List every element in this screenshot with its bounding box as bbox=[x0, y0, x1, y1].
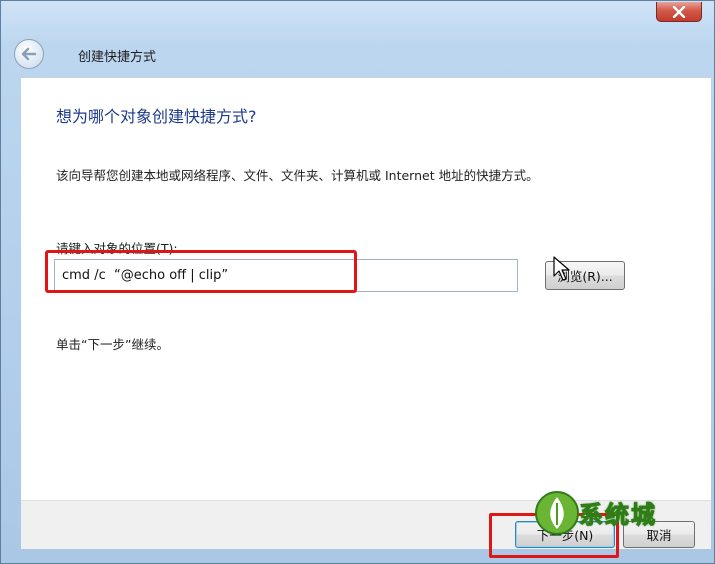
window-title: 创建快捷方式 bbox=[78, 50, 157, 65]
mouse-cursor-icon bbox=[553, 256, 570, 281]
cancel-button[interactable]: 取消 bbox=[623, 521, 695, 548]
wizard-description: 该向导帮您创建本地或网络程序、文件、文件夹、计算机或 Internet 地址的快… bbox=[56, 168, 539, 183]
location-label: 请键入对象的位置(T): bbox=[56, 241, 178, 256]
continue-instruction: 单击“下一步”继续。 bbox=[56, 337, 169, 352]
close-button[interactable] bbox=[656, 2, 702, 22]
close-icon bbox=[672, 5, 686, 18]
location-input[interactable] bbox=[54, 259, 518, 292]
page-heading: 想为哪个对象创建快捷方式? bbox=[56, 107, 257, 126]
next-button[interactable]: 下一步(N) bbox=[515, 521, 615, 548]
wizard-content: 想为哪个对象创建快捷方式? 该向导帮您创建本地或网络程序、文件、文件夹、计算机或… bbox=[21, 77, 711, 501]
dialog-window: 创建快捷方式 想为哪个对象创建快捷方式? 该向导帮您创建本地或网络程序、文件、文… bbox=[0, 0, 715, 564]
back-arrow-icon bbox=[21, 47, 37, 61]
back-button[interactable] bbox=[14, 39, 44, 69]
